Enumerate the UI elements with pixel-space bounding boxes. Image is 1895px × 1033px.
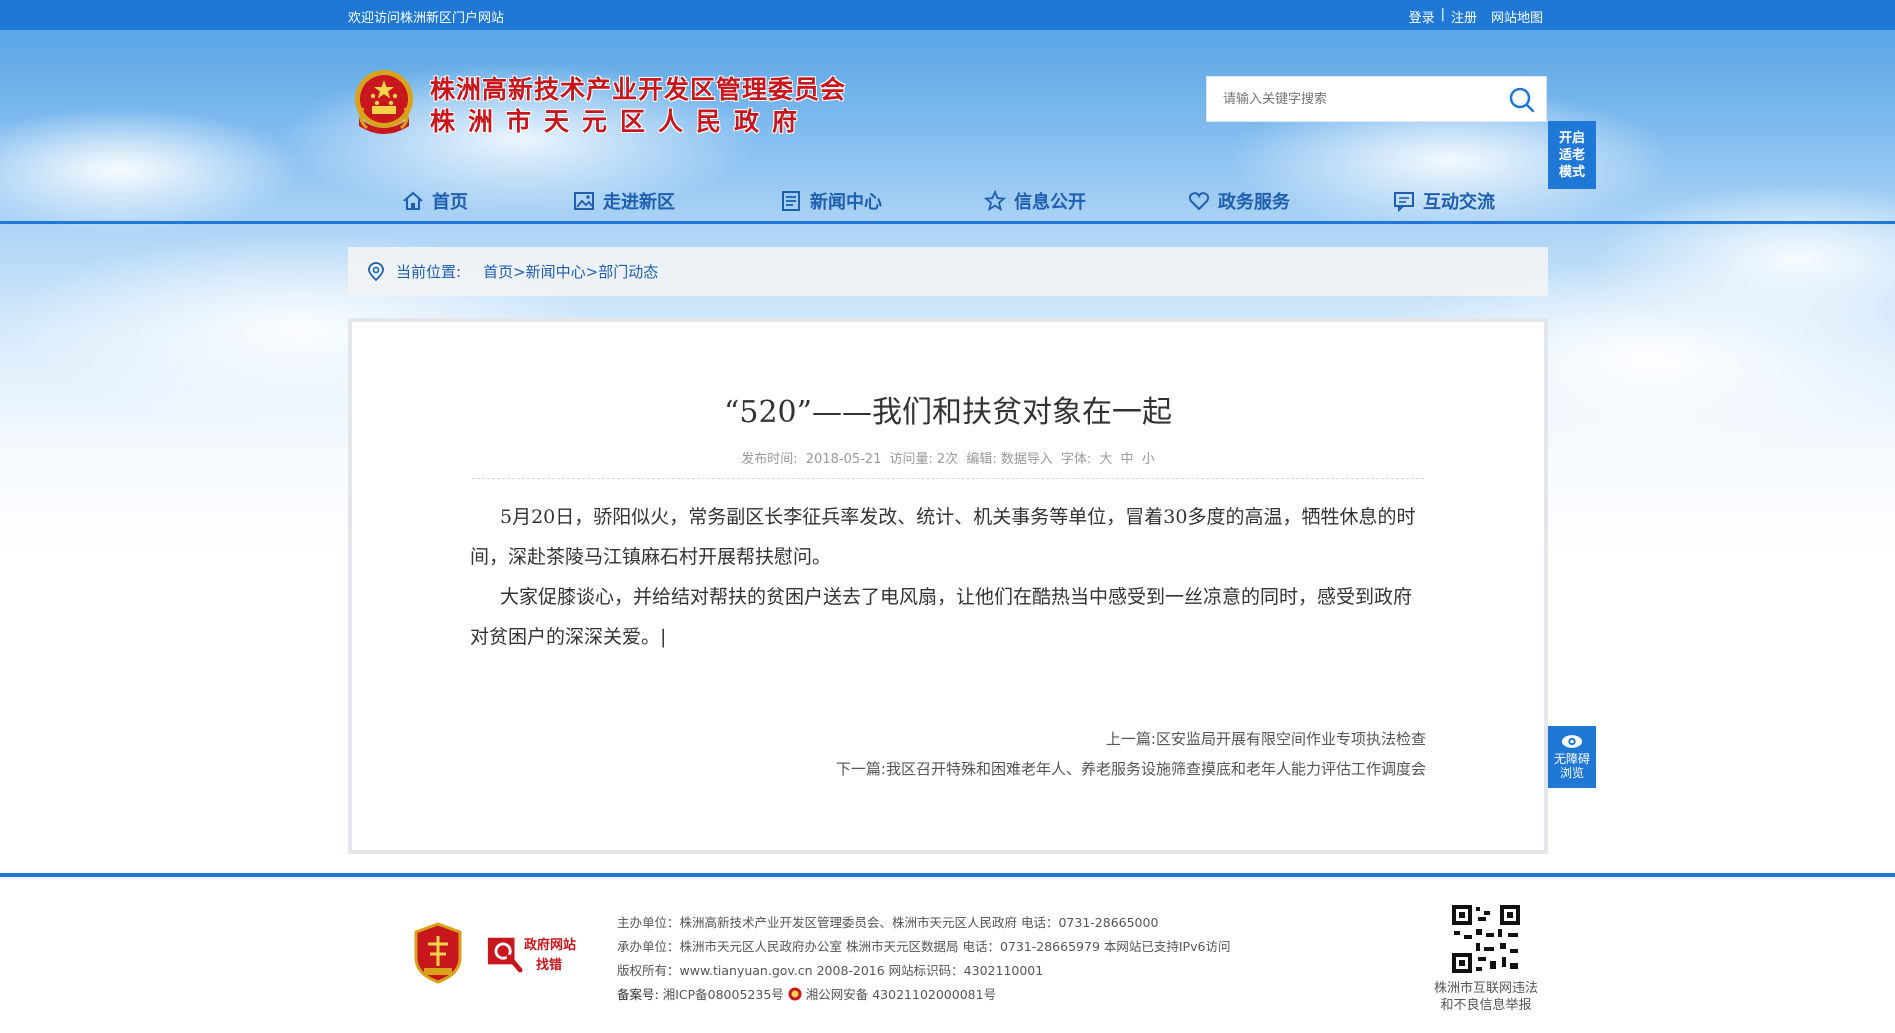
editor-label: 编辑: <box>966 452 997 467</box>
chat-icon <box>1394 192 1414 212</box>
qr-caption-line1: 株洲市互联网违法 <box>1433 981 1538 996</box>
home-icon <box>403 191 423 210</box>
breadcrumb-arrow: > <box>513 263 526 281</box>
zhaocuo-line1: 政府网站 <box>524 938 577 953</box>
icp-number[interactable]: 湘ICP备08005235号 <box>663 987 784 1002</box>
welcome-text: 欢迎访问株洲新区门户网站 <box>348 11 505 26</box>
sitemap-link[interactable]: 网站地图 <box>1491 7 1543 26</box>
picture-icon <box>574 192 594 210</box>
nav-item-home[interactable]: 首页 <box>402 188 468 214</box>
publish-label: 发布时间: <box>741 452 798 467</box>
footer-copyright: 版权所有：www.tianyuan.gov.cn 2008-2016 网站标识码… <box>617 963 1044 978</box>
breadcrumb-home[interactable]: 首页 <box>483 263 513 281</box>
article-panel: “520”——我们和扶贫对象在一起 发布时间: 2018-05-21 访问量: 2… <box>348 318 1548 854</box>
next-title[interactable]: 我区召开特殊和困难老年人、养老服务设施筛查摸底和老年人能力评估工作调度会 <box>886 760 1426 778</box>
search-icon[interactable] <box>1508 86 1536 114</box>
separator: | <box>1440 7 1445 22</box>
views-count: 2次 <box>936 452 959 467</box>
article-paragraph: 5月20日，骄阳似火，常务副区长李征兵率发改、统计、机关事务等单位，冒着30多度… <box>470 506 1416 568</box>
publish-date: 2018-05-21 <box>805 452 882 467</box>
police-badge-icon <box>788 987 802 1001</box>
site-title-line1: 株洲高新技术产业开发区管理委员会 <box>430 75 847 104</box>
meta-divider <box>472 478 1424 479</box>
top-links: 登录 | 注册 网站地图 <box>1409 7 1543 26</box>
nav-item-about[interactable]: 走进新区 <box>573 188 675 214</box>
article-paragraph: 大家促膝谈心，并给结对帮扶的贫困户送去了电风扇，让他们在酷热当中感受到一丝凉意的… <box>470 586 1413 648</box>
qr-caption: 株洲市互联网违法 和不良信息举报 <box>1416 980 1556 1014</box>
nav-item-interact[interactable]: 互动交流 <box>1393 188 1495 214</box>
qr-code-icon <box>1450 903 1522 975</box>
search-box <box>1206 76 1547 122</box>
font-large-button[interactable]: 大 <box>1099 452 1112 467</box>
gov-site-error-report[interactable]: 政府网站 找错 <box>486 930 586 976</box>
prev-title[interactable]: 区安监局开展有限空间作业专项执法检查 <box>1156 730 1426 748</box>
newspaper-icon <box>782 191 800 211</box>
accessibility-label1: 无障碍 <box>1553 752 1590 766</box>
prev-label: 上一篇: <box>1105 730 1156 748</box>
accessibility-button[interactable]: 无障碍 浏览 <box>1548 726 1596 788</box>
font-size-label: 字体: <box>1060 452 1092 467</box>
font-small-button[interactable]: 小 <box>1142 452 1155 467</box>
national-emblem-icon <box>355 70 413 134</box>
nav-item-info[interactable]: 信息公开 <box>984 188 1086 214</box>
register-link[interactable]: 注册 <box>1451 7 1477 26</box>
breadcrumb: 当前位置: 首页>新闻中心>部门动态 <box>348 247 1548 296</box>
article-meta: 发布时间: 2018-05-21 访问量: 2次 编辑: 数据导入 字体: 大 中 … <box>352 448 1544 467</box>
footer-icp-row: 备案号: 湘ICP备08005235号 湘公网安备 43021102000081… <box>617 983 1230 1007</box>
nav-label: 走进新区 <box>603 192 675 213</box>
icp-label: 备案号: <box>617 987 659 1002</box>
party-gov-badge-icon[interactable] <box>412 922 464 984</box>
nav-item-service[interactable]: 政务服务 <box>1188 188 1290 214</box>
accessibility-label2: 浏览 <box>1559 766 1584 780</box>
footer-info: 主办单位：株洲高新技术产业开发区管理委员会、株洲市天元区人民政府 电话：0731… <box>617 911 1230 1007</box>
eye-icon <box>1561 735 1583 748</box>
nav-label: 新闻中心 <box>810 192 882 213</box>
main-nav: 首页 走进新区 新闻中心 信息公开 政务服务 互动交流 <box>0 176 1895 224</box>
editor-name: 数据导入 <box>1000 452 1053 467</box>
nav-label: 政务服务 <box>1218 192 1290 213</box>
qr-caption-line2: 和不良信息举报 <box>1440 998 1532 1013</box>
zhaocuo-line2: 找错 <box>536 958 563 973</box>
location-pin-icon <box>368 261 384 281</box>
nav-label: 信息公开 <box>1014 192 1086 213</box>
breadcrumb-arrow: > <box>585 263 599 281</box>
breadcrumb-dept[interactable]: 部门动态 <box>598 263 658 281</box>
nav-label: 首页 <box>432 192 468 213</box>
login-link[interactable]: 登录 <box>1409 7 1435 26</box>
breadcrumb-news[interactable]: 新闻中心 <box>526 263 586 281</box>
top-bar: 欢迎访问株洲新区门户网站 登录 | 注册 网站地图 <box>0 0 1895 30</box>
star-icon <box>984 190 1006 212</box>
heart-icon <box>1188 192 1210 211</box>
nav-label: 互动交流 <box>1423 192 1495 213</box>
nav-item-news[interactable]: 新闻中心 <box>780 188 882 214</box>
article-body: 5月20日，骄阳似火，常务副区长李征兵率发改、统计、机关事务等单位，冒着30多度… <box>470 497 1430 657</box>
breadcrumb-label: 当前位置: <box>396 263 462 281</box>
font-medium-button[interactable]: 中 <box>1121 452 1134 467</box>
next-label: 下一篇: <box>835 760 886 778</box>
prev-article[interactable]: 上一篇:区安监局开展有限空间作业专项执法检查 <box>1106 728 1426 749</box>
views-label: 访问量: <box>889 452 933 467</box>
police-record[interactable]: 湘公网安备 43021102000081号 <box>806 987 996 1002</box>
footer-organizer: 承办单位：株洲市天元区人民政府办公室 株洲市天元区数据局 电话：0731-286… <box>617 939 1231 954</box>
footer-host: 主办单位：株洲高新技术产业开发区管理委员会、株洲市天元区人民政府 电话：0731… <box>617 915 1159 930</box>
site-title-line2: 株洲市天元区人民政府 <box>430 107 811 136</box>
elder-mode-label: 开启适老模式 <box>1558 131 1585 180</box>
nav-divider <box>0 221 1895 224</box>
magnifier-error-icon <box>487 937 523 973</box>
article-title: “520”——我们和扶贫对象在一起 <box>724 395 1172 430</box>
next-article[interactable]: 下一篇:我区召开特殊和困难老年人、养老服务设施筛查摸底和老年人能力评估工作调度会 <box>836 758 1426 779</box>
search-input[interactable] <box>1207 77 1487 121</box>
